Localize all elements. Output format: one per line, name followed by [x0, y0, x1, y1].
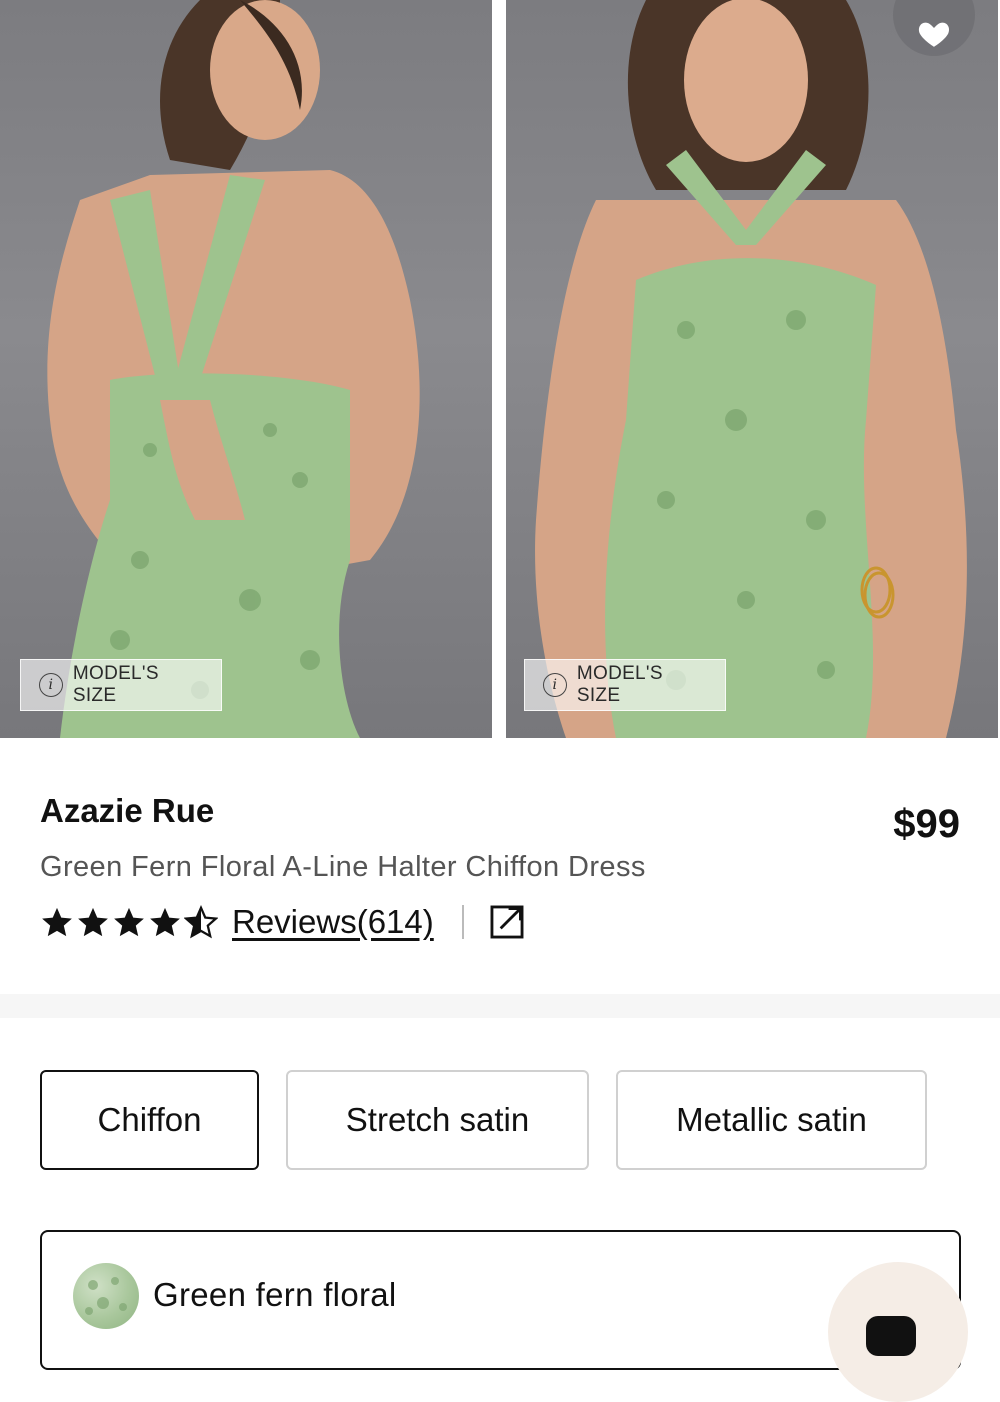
product-photo-back[interactable]: i MODEL'S SIZE [0, 0, 492, 738]
star-full-icon [78, 907, 108, 937]
model-size-button[interactable]: i MODEL'S SIZE [524, 659, 726, 711]
model-size-button[interactable]: i MODEL'S SIZE [20, 659, 222, 711]
photo-front-illustration [535, 0, 967, 738]
fabric-option-label: Stretch satin [345, 1101, 530, 1138]
product-price: $99 [893, 802, 960, 846]
heart-icon [918, 22, 950, 47]
model-size-label: MODEL'S SIZE [72, 663, 159, 706]
reviews-link[interactable]: Reviews(614) [232, 903, 434, 941]
fabric-option-chiffon[interactable]: Chiffon [40, 1070, 259, 1170]
external-link-icon[interactable] [488, 903, 526, 941]
chat-button[interactable] [828, 1262, 968, 1402]
rating-row: Reviews(614) [40, 898, 526, 946]
brand-name: Azazie Rue [40, 792, 215, 829]
fabric-option-label: Chiffon [97, 1101, 202, 1138]
product-title: Green Fern Floral A-Line Halter Chiffon … [40, 851, 646, 883]
color-name: Green fern floral [153, 1276, 397, 1313]
star-half-icon [184, 905, 218, 939]
divider [461, 905, 464, 939]
model-size-label: MODEL'S SIZE [576, 663, 663, 706]
star-full-icon [42, 907, 72, 937]
star-full-icon [150, 907, 180, 937]
star-rating [40, 905, 218, 939]
fabric-option-metallic-satin[interactable]: Metallic satin [616, 1070, 927, 1170]
info-icon: i [543, 673, 567, 697]
chat-icon [866, 1316, 916, 1356]
product-photo-front[interactable]: i MODEL'S SIZE [506, 0, 998, 738]
product-image-gallery: i MODEL'S SIZE i MODEL'S SIZE [0, 0, 1000, 738]
fabric-option-label: Metallic satin [676, 1101, 867, 1138]
floral-pattern-icon [85, 1277, 127, 1315]
fabric-option-stretch-satin[interactable]: Stretch satin [286, 1070, 589, 1170]
section-divider [0, 994, 1000, 1018]
star-full-icon [114, 907, 144, 937]
info-icon: i [39, 673, 63, 697]
color-swatch [73, 1263, 139, 1329]
color-selector[interactable]: Green fern floral [40, 1230, 961, 1370]
photo-back-illustration [47, 0, 420, 738]
